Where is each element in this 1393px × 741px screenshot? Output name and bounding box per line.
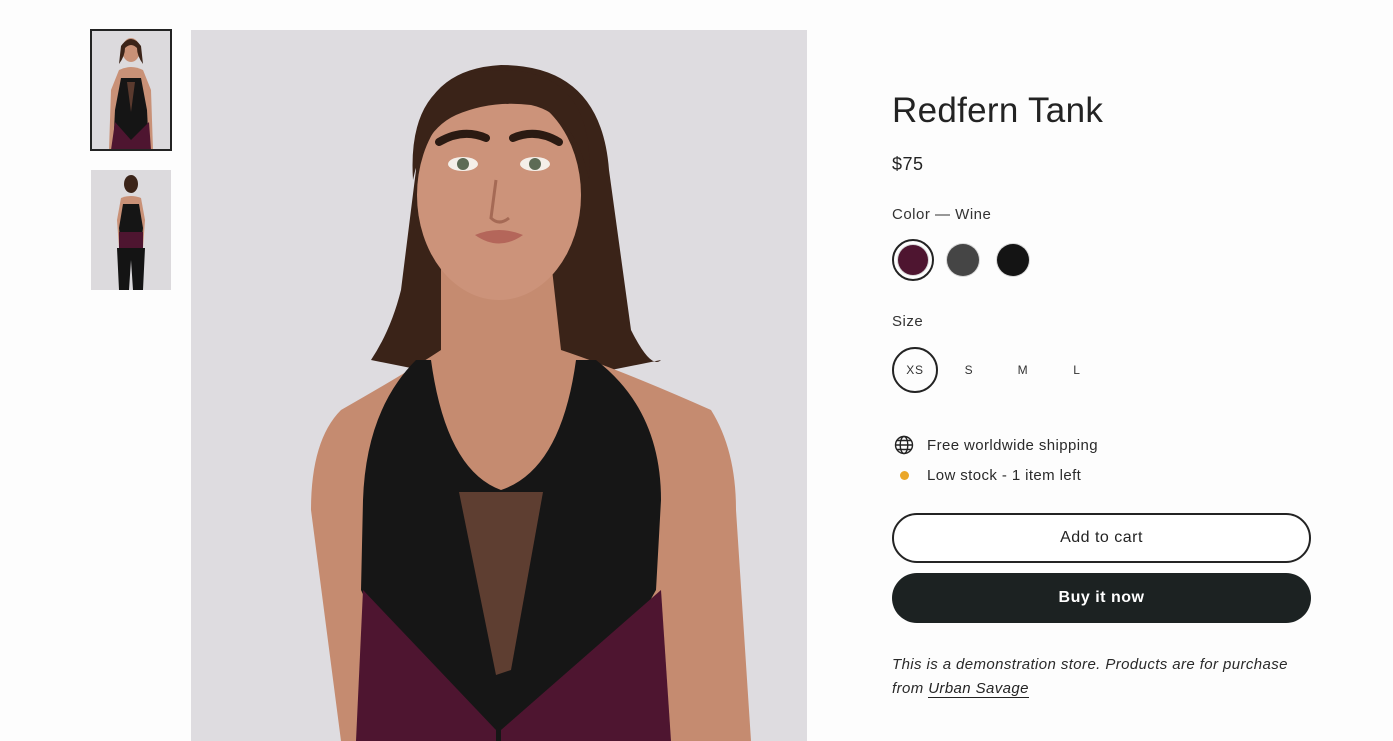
thumbnail-gallery (90, 29, 172, 310)
stock-indicator-icon (892, 470, 916, 480)
swatch-black-color (997, 244, 1029, 276)
swatch-wine-color (898, 245, 928, 275)
size-s[interactable]: S (946, 347, 992, 393)
urban-savage-link[interactable]: Urban Savage (928, 680, 1029, 698)
color-swatches (892, 239, 1312, 281)
size-xs[interactable]: XS (892, 347, 938, 393)
shipping-text: Free worldwide shipping (927, 436, 1098, 454)
thumbnail-front[interactable] (90, 29, 172, 151)
demo-store-note: This is a demonstration store. Products … (892, 653, 1312, 701)
stock-info: Low stock - 1 item left (892, 460, 1312, 490)
size-label: Size (892, 313, 924, 330)
color-label: Color — Wine (892, 206, 992, 223)
main-product-image[interactable] (191, 30, 807, 741)
add-to-cart-button[interactable]: Add to cart (892, 513, 1311, 563)
product-title: Redfern Tank (892, 91, 1104, 130)
product-price: $75 (892, 154, 924, 174)
model-back-image (91, 170, 171, 290)
globe-icon (892, 435, 916, 455)
shipping-info: Free worldwide shipping (892, 430, 1312, 460)
size-options: XS S M L (892, 347, 1312, 393)
swatch-wine[interactable] (892, 239, 934, 281)
swatch-charcoal[interactable] (942, 239, 984, 281)
size-m[interactable]: M (1000, 347, 1046, 393)
product-meta: Free worldwide shipping Low stock - 1 it… (892, 430, 1312, 490)
swatch-black[interactable] (992, 239, 1034, 281)
size-l[interactable]: L (1054, 347, 1100, 393)
model-front-image (91, 30, 171, 150)
thumbnail-back[interactable] (91, 170, 171, 290)
swatch-charcoal-color (947, 244, 979, 276)
model-front-image (191, 30, 807, 741)
buy-now-button[interactable]: Buy it now (892, 573, 1311, 623)
stock-text: Low stock - 1 item left (927, 466, 1082, 484)
product-info: Redfern Tank $75 Color — Wine Size XS S … (892, 90, 1312, 701)
